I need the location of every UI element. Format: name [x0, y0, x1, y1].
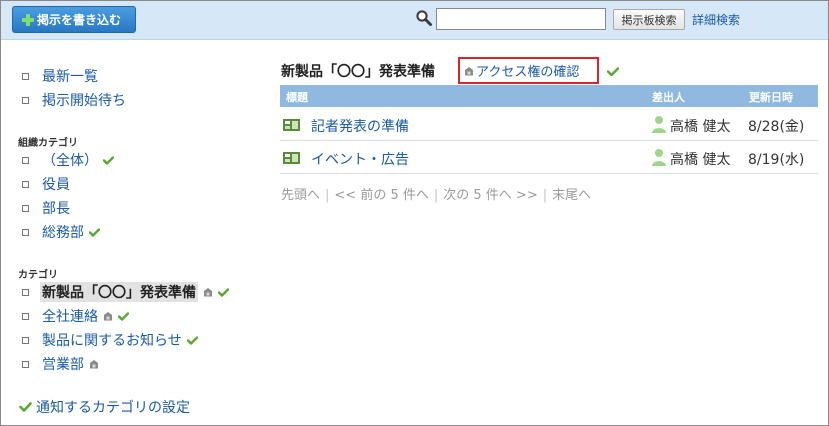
sidebar-item-label: （全体） — [42, 153, 98, 169]
advanced-search-link[interactable]: 詳細検索 — [692, 11, 740, 28]
table-header: 標題 差出人 更新日時 — [280, 85, 818, 107]
column-updated[interactable]: 更新日時 — [749, 89, 793, 105]
search-icon — [416, 10, 432, 26]
bullet-icon — [22, 156, 29, 164]
access-rights-link[interactable]: アクセス権の確認 — [458, 57, 599, 84]
restricted-access-icon — [104, 312, 112, 321]
notification-settings-link[interactable]: 通知するカテゴリの設定 — [19, 397, 190, 417]
board-search-button[interactable]: 掲示板検索 — [613, 9, 685, 30]
bullet-icon — [22, 288, 29, 296]
bullet-icon — [22, 204, 29, 212]
bullet-icon — [22, 360, 29, 368]
sidebar-item-company-notice[interactable]: 全社連絡 — [22, 306, 129, 326]
check-icon — [607, 67, 619, 76]
search-input[interactable] — [436, 8, 606, 30]
table-row: イベント・広告 高橋 健太 8/19(水) — [280, 142, 818, 174]
row-title-link[interactable]: イベント・広告 — [311, 149, 409, 169]
bullet-icon — [22, 180, 29, 188]
post-message-button[interactable]: 掲示を書き込む — [12, 6, 136, 33]
pager-separator: | — [542, 188, 548, 203]
plus-icon — [22, 13, 34, 26]
sidebar-item-latest[interactable]: 最新一覧 — [22, 66, 98, 86]
check-icon — [19, 402, 32, 412]
bullet-icon — [22, 336, 29, 344]
pager-last: 末尾へ — [552, 188, 592, 203]
notification-settings-label: 通知するカテゴリの設定 — [36, 400, 190, 416]
table-row: 記者発表の準備 高橋 健太 8/28(金) — [280, 109, 818, 141]
restricted-access-icon — [465, 66, 473, 75]
sidebar-item-executives[interactable]: 役員 — [22, 174, 70, 194]
category-heading: カテゴリ — [18, 270, 58, 281]
check-icon — [103, 155, 114, 165]
sidebar-item-label: 新製品「〇〇」発表準備 — [40, 282, 198, 302]
sidebar-item-sales[interactable]: 営業部 — [22, 354, 99, 374]
pager-separator: | — [325, 188, 330, 203]
sidebar-item-managers[interactable]: 部長 — [22, 198, 70, 218]
pagination: 先頭へ | << 前の 5 件へ | 次の 5 件へ >> | 末尾へ — [281, 184, 591, 203]
bullet-icon — [22, 228, 29, 236]
row-date: 8/19(水) — [748, 152, 805, 168]
sidebar-item-label: 営業部 — [42, 357, 84, 373]
post-icon — [283, 119, 300, 131]
row-title-link[interactable]: 記者発表の準備 — [311, 116, 409, 136]
sidebar-item-label: 部長 — [42, 201, 70, 217]
row-sender[interactable]: 高橋 健太 — [670, 116, 730, 136]
sidebar-item-label: 役員 — [42, 177, 70, 193]
check-icon — [89, 227, 100, 237]
post-message-label: 掲示を書き込む — [37, 13, 122, 27]
sidebar-item-all[interactable]: （全体） — [22, 150, 114, 170]
column-title[interactable]: 標題 — [286, 89, 308, 105]
pager-next: 次の 5 件へ >> — [443, 188, 538, 203]
sidebar-item-new-product[interactable]: 新製品「〇〇」発表準備 — [22, 282, 229, 302]
post-icon — [283, 152, 300, 164]
check-icon — [118, 311, 129, 321]
sidebar-item-pending[interactable]: 掲示開始待ち — [22, 90, 126, 110]
access-rights-label: アクセス権の確認 — [476, 65, 580, 80]
sidebar-item-label: 総務部 — [42, 225, 84, 241]
bullet-icon — [22, 312, 29, 320]
check-icon — [218, 287, 229, 297]
restricted-access-icon — [204, 288, 212, 297]
page-title: 新製品「〇〇」発表準備 — [281, 64, 435, 80]
sidebar-item-label: 全社連絡 — [42, 309, 98, 325]
pager-first: 先頭へ — [281, 188, 321, 203]
sidebar-item-label: 最新一覧 — [42, 69, 98, 85]
sidebar-item-general-affairs[interactable]: 総務部 — [22, 222, 100, 242]
restricted-access-icon — [90, 360, 98, 369]
row-date: 8/28(金) — [748, 119, 805, 135]
check-icon — [186, 335, 198, 345]
pager-separator: | — [433, 188, 439, 203]
sidebar-item-label: 掲示開始待ち — [42, 93, 126, 109]
bullet-icon — [22, 96, 29, 104]
app-window: 掲示を書き込む 掲示板検索 詳細検索 最新一覧 掲示開始待ち 組織カテゴリ （全… — [0, 0, 829, 426]
sidebar-item-product-news[interactable]: 製品に関するお知らせ — [22, 330, 198, 350]
bullet-icon — [22, 72, 29, 80]
toolbar: 掲示を書き込む 掲示板検索 詳細検索 — [1, 1, 828, 40]
row-sender[interactable]: 高橋 健太 — [670, 149, 730, 169]
pager-prev: << 前の 5 件へ — [334, 188, 429, 203]
user-icon — [652, 116, 666, 133]
user-icon — [652, 149, 666, 166]
column-sender[interactable]: 差出人 — [652, 89, 685, 105]
sidebar-item-label: 製品に関するお知らせ — [42, 333, 182, 349]
org-category-heading: 組織カテゴリ — [18, 138, 78, 149]
